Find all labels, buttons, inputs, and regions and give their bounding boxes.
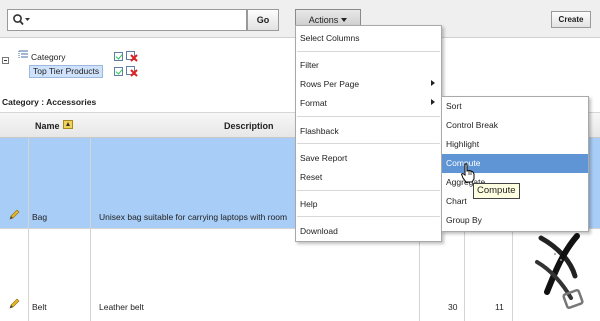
edit-pencil-icon[interactable] bbox=[8, 298, 20, 310]
actions-menu: Select Columns Filter Rows Per Page Form… bbox=[295, 25, 442, 242]
filter-category-label[interactable]: Category bbox=[31, 52, 66, 62]
column-divider bbox=[90, 138, 91, 321]
submenu-arrow-icon bbox=[431, 80, 435, 86]
filter-top-tier-label[interactable]: Top Tier Products bbox=[29, 65, 104, 78]
column-header-description-label: Description bbox=[224, 121, 274, 131]
menu-item-reset[interactable]: Reset bbox=[296, 168, 441, 186]
menu-item-select-columns[interactable]: Select Columns bbox=[296, 29, 441, 47]
filter-top-tier-checkbox[interactable] bbox=[114, 67, 123, 76]
menu-item-filter[interactable]: Filter bbox=[296, 56, 441, 74]
create-button[interactable]: Create bbox=[551, 11, 591, 28]
edit-pencil-icon[interactable] bbox=[8, 209, 20, 221]
cell-number: 30 bbox=[448, 302, 458, 312]
actions-button-label: Actions bbox=[308, 15, 339, 25]
filter-category-checkbox[interactable] bbox=[114, 52, 123, 61]
sort-ascending-icon bbox=[63, 120, 73, 129]
submenu-item-sort[interactable]: Sort bbox=[442, 97, 588, 116]
cell-number: 11 bbox=[495, 302, 504, 312]
chevron-down-icon bbox=[341, 17, 348, 22]
cell-description: Unisex bag suitable for carrying laptops… bbox=[99, 212, 288, 222]
filter-panel: Category Top Tier Products bbox=[0, 46, 300, 82]
menu-separator bbox=[297, 216, 440, 217]
remove-filter-icon[interactable] bbox=[126, 66, 138, 77]
menu-item-rows-per-page-label: Rows Per Page bbox=[300, 79, 360, 89]
belt-product-image bbox=[535, 233, 584, 310]
control-break-heading: Category : Accessories bbox=[2, 97, 97, 107]
menu-item-save-report[interactable]: Save Report bbox=[296, 149, 441, 167]
search-input[interactable] bbox=[7, 9, 247, 31]
control-break-icon bbox=[18, 50, 28, 59]
tooltip: Compute bbox=[473, 183, 520, 199]
collapse-icon[interactable] bbox=[2, 57, 9, 64]
menu-separator bbox=[297, 51, 440, 52]
submenu-arrow-icon bbox=[431, 99, 435, 105]
menu-item-flashback[interactable]: Flashback bbox=[296, 122, 441, 140]
column-header-name-label: Name bbox=[35, 121, 60, 131]
menu-separator bbox=[297, 190, 440, 191]
cell-description: Leather belt bbox=[99, 302, 144, 312]
cell-name: Bag bbox=[32, 212, 48, 222]
submenu-item-highlight[interactable]: Highlight bbox=[442, 135, 588, 154]
menu-item-format-label: Format bbox=[300, 98, 327, 108]
hand-cursor-icon bbox=[460, 163, 475, 183]
menu-separator bbox=[297, 143, 440, 144]
menu-item-format[interactable]: Format bbox=[296, 94, 441, 112]
remove-filter-icon[interactable] bbox=[126, 51, 138, 62]
edit-column-header bbox=[0, 112, 28, 138]
cell-name: Belt bbox=[32, 302, 47, 312]
go-button[interactable]: Go bbox=[247, 9, 279, 31]
menu-separator bbox=[297, 116, 440, 117]
column-header-name[interactable]: Name bbox=[28, 112, 90, 138]
column-divider bbox=[28, 138, 29, 321]
menu-item-rows-per-page[interactable]: Rows Per Page bbox=[296, 75, 441, 93]
menu-item-download[interactable]: Download bbox=[296, 222, 441, 240]
submenu-item-group-by[interactable]: Group By bbox=[442, 211, 588, 230]
search-icon[interactable] bbox=[12, 13, 32, 27]
submenu-item-control-break[interactable]: Control Break bbox=[442, 116, 588, 135]
menu-item-help[interactable]: Help bbox=[296, 195, 441, 213]
